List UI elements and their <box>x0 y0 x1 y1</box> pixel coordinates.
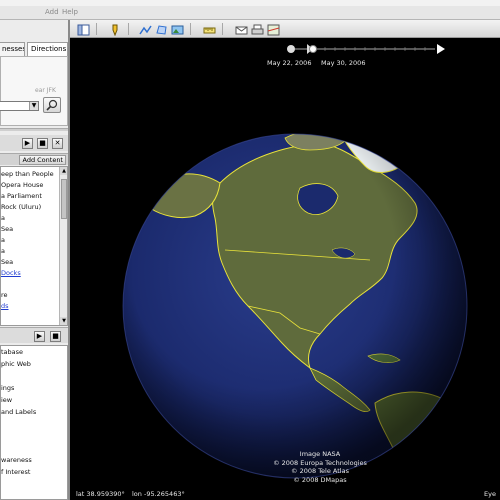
polygon-button[interactable] <box>154 23 167 35</box>
scroll-up-icon[interactable]: ▲ <box>60 167 67 175</box>
stop-tour-button[interactable]: ■ <box>37 138 48 149</box>
search-tabs: nesses Directions <box>0 42 68 56</box>
ruler-button[interactable] <box>202 23 216 35</box>
search-hint: ear JFK <box>35 87 56 94</box>
eye-altitude-readout: Eye <box>484 490 496 498</box>
toolbar-separator <box>222 23 223 35</box>
places-list: eep than People Opera House a Parliament… <box>0 166 68 326</box>
toolbar-separator <box>190 23 191 35</box>
sidebar-toggle-icon <box>77 24 90 36</box>
view-in-maps-button[interactable] <box>266 23 280 36</box>
longitude-readout: lon -95.265463° <box>132 490 185 498</box>
path-button[interactable] <box>138 23 152 35</box>
layer-item[interactable]: iew <box>1 395 12 405</box>
time-start-label: May 22, 2006 <box>267 59 312 67</box>
layers-list: tabase phic Web ings iew and Labels ware… <box>0 345 68 500</box>
credit-line: © 2008 Europa Technologies <box>273 458 367 467</box>
email-icon <box>235 26 248 35</box>
layer-item[interactable]: phic Web <box>1 359 31 369</box>
list-item[interactable]: Opera House <box>1 180 43 190</box>
maps-icon <box>267 24 280 36</box>
print-icon <box>251 24 264 35</box>
menu-help[interactable]: Help <box>62 8 78 16</box>
globe-shading <box>123 134 467 478</box>
polygon-icon <box>156 25 167 35</box>
tab-businesses[interactable]: nesses <box>0 42 25 56</box>
sidebar: nesses Directions ear JFK ▼ ▶ ■ ✕ Add Co… <box>0 20 70 500</box>
places-header: ▶ ■ ✕ <box>0 135 68 151</box>
layer-item[interactable]: wareness <box>1 455 32 465</box>
places-scrollbar[interactable]: ▲ ▼ <box>59 167 67 325</box>
search-input[interactable]: ▼ <box>0 101 39 111</box>
toolbar <box>70 20 500 38</box>
panel-divider[interactable] <box>0 128 68 131</box>
list-item[interactable]: a <box>1 213 5 223</box>
menu-bar: Add Help <box>0 0 500 20</box>
time-end-label: May 30, 2006 <box>321 59 366 67</box>
credit-line: Image NASA <box>299 450 341 458</box>
toolbar-separator <box>128 23 129 35</box>
play-icon[interactable] <box>437 44 445 54</box>
list-item[interactable]: Rock (Uluru) <box>1 202 41 212</box>
list-item[interactable]: a <box>1 235 5 245</box>
chevron-down-icon[interactable]: ▼ <box>29 102 38 110</box>
close-places-button[interactable]: ✕ <box>52 138 63 149</box>
path-icon <box>139 25 152 35</box>
print-button[interactable] <box>250 23 264 35</box>
time-slider[interactable]: May 22, 2006 May 30, 2006 <box>267 42 455 70</box>
menu-add[interactable]: Add <box>45 8 59 16</box>
title-strip <box>0 0 500 6</box>
placemark-button[interactable] <box>108 23 121 36</box>
latitude-readout: lat 38.959390° <box>76 490 125 498</box>
time-slider-track[interactable] <box>285 42 455 58</box>
add-content-bar: Add Content <box>0 153 68 165</box>
layers-stop-button[interactable]: ■ <box>50 331 61 342</box>
search-panel: ear JFK ▼ <box>0 56 68 126</box>
scroll-down-icon[interactable]: ▼ <box>60 317 67 325</box>
list-item[interactable]: a Parliament <box>1 191 42 201</box>
layer-item[interactable]: ings <box>1 383 14 393</box>
layer-item[interactable]: and Labels <box>1 407 36 417</box>
image-overlay-button[interactable] <box>170 23 184 35</box>
list-item-link[interactable]: ds <box>1 301 9 311</box>
sidebar-toggle-button[interactable] <box>76 23 90 36</box>
layers-play-button[interactable]: ▶ <box>34 331 45 342</box>
slider-handle-left[interactable] <box>287 45 295 53</box>
list-item[interactable]: Sea <box>1 257 13 267</box>
add-content-button[interactable]: Add Content <box>19 155 66 165</box>
credit-line: © 2008 DMapas <box>293 475 347 484</box>
imagery-credits: Image NASA © 2008 Europa Technologies © … <box>250 450 390 484</box>
list-item[interactable]: Sea <box>1 224 13 234</box>
layers-header: ▶ ■ <box>0 327 68 343</box>
placemark-icon <box>112 24 118 36</box>
slider-handle-right[interactable] <box>309 45 317 53</box>
overlay-icon <box>171 25 184 35</box>
scroll-thumb[interactable] <box>61 179 67 219</box>
list-item-link[interactable]: Docks <box>1 268 21 278</box>
layer-item[interactable]: tabase <box>1 347 23 357</box>
list-item[interactable]: eep than People <box>1 169 54 179</box>
play-tour-button[interactable]: ▶ <box>22 138 33 149</box>
layer-item[interactable]: f Interest <box>1 467 30 477</box>
search-icon <box>46 99 58 111</box>
tab-directions[interactable]: Directions <box>27 42 68 56</box>
earth-globe[interactable] <box>70 38 500 500</box>
list-item[interactable]: a <box>1 246 5 256</box>
credit-line: © 2008 Tele Atlas <box>291 467 349 475</box>
list-item[interactable]: re <box>1 290 8 300</box>
search-button[interactable] <box>43 97 61 113</box>
toolbar-separator <box>96 23 97 35</box>
status-bar: lat 38.959390° lon -95.265463° Eye <box>70 488 500 500</box>
email-button[interactable] <box>234 23 248 35</box>
3d-viewer[interactable]: May 22, 2006 May 30, 2006 Image NASA © 2… <box>70 38 500 500</box>
ruler-icon <box>203 27 216 34</box>
